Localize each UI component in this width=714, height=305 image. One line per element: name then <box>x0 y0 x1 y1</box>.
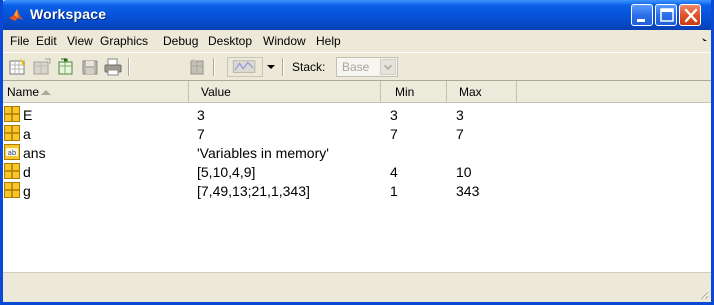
undock-arrow-icon[interactable] <box>701 36 709 44</box>
matrix-icon <box>4 106 20 122</box>
variable-name: E <box>23 107 33 123</box>
menu-file[interactable]: File <box>10 34 29 48</box>
window-title: Workspace <box>30 6 107 22</box>
variable-min: 1 <box>390 183 398 199</box>
title-bar[interactable]: Workspace <box>3 0 711 30</box>
variable-value: 7 <box>197 126 205 142</box>
menu-window[interactable]: Window <box>263 34 306 48</box>
menu-edit[interactable]: Edit <box>36 34 57 48</box>
matrix-icon <box>4 163 20 179</box>
variable-name: g <box>23 183 31 199</box>
table-row[interactable]: g [7,49,13;21,1,343] 1 343 <box>3 181 711 200</box>
stack-dropdown-button[interactable] <box>380 59 396 75</box>
close-icon <box>684 8 698 23</box>
toolbar-separator <box>282 58 284 76</box>
variable-max: 3 <box>456 107 464 123</box>
plot-icon <box>232 60 256 73</box>
minimize-icon <box>637 19 645 22</box>
table-row[interactable]: d [5,10,4,9] 4 10 <box>3 162 711 181</box>
open-variable-icon[interactable] <box>32 57 52 77</box>
status-bar <box>3 272 711 302</box>
new-variable-icon[interactable] <box>8 57 28 77</box>
toolbar-separator <box>213 58 215 76</box>
variable-value: [5,10,4,9] <box>197 164 256 180</box>
menu-bar: File Edit View Graphics Debug Desktop Wi… <box>3 30 711 52</box>
variable-value: 'Variables in memory' <box>197 145 329 161</box>
workspace-window: Workspace File Edit View Graphics Debug … <box>0 0 714 305</box>
column-header-label: Min <box>395 85 415 99</box>
matlab-logo-icon <box>9 9 23 21</box>
menu-desktop[interactable]: Desktop <box>208 34 252 48</box>
menu-view[interactable]: View <box>67 34 93 48</box>
variable-value: 3 <box>197 107 205 123</box>
maximize-button[interactable] <box>655 4 677 26</box>
delete-icon[interactable] <box>187 57 207 77</box>
column-header-max[interactable]: Max <box>447 81 517 103</box>
menu-graphics[interactable]: Graphics <box>100 34 148 48</box>
variable-min: 7 <box>390 126 398 142</box>
save-icon[interactable] <box>80 57 100 77</box>
variable-max: 7 <box>456 126 464 142</box>
variable-min: 4 <box>390 164 398 180</box>
workspace-table: Name Value Min Max E 3 3 3 a 7 7 7 ab an… <box>3 80 711 272</box>
stack-value: Base <box>342 60 370 74</box>
chevron-down-icon <box>383 64 393 70</box>
column-header-name[interactable]: Name <box>3 81 189 103</box>
column-header-label: Name <box>7 85 40 99</box>
variable-max: 10 <box>456 164 472 180</box>
resize-grip-icon[interactable] <box>697 288 709 300</box>
toolbar-separator <box>128 58 130 76</box>
stack-dropdown[interactable]: Base <box>336 57 398 77</box>
variable-value: [7,49,13;21,1,343] <box>197 183 310 199</box>
sort-ascending-icon <box>41 90 51 95</box>
column-header-min[interactable]: Min <box>381 81 447 103</box>
import-data-icon[interactable] <box>56 57 76 77</box>
plot-dropdown-arrow-icon[interactable] <box>267 65 275 69</box>
maximize-icon <box>660 8 674 22</box>
variable-max: 343 <box>456 183 480 199</box>
char-array-icon: ab <box>4 144 20 160</box>
print-icon[interactable] <box>103 57 123 77</box>
variable-name: d <box>23 164 31 180</box>
table-row[interactable]: ab ans 'Variables in memory' <box>3 143 711 162</box>
variable-name: a <box>23 126 31 142</box>
table-row[interactable]: a 7 7 7 <box>3 124 711 143</box>
svg-text:ab: ab <box>8 149 17 157</box>
minimize-button[interactable] <box>631 4 653 26</box>
menu-debug[interactable]: Debug <box>163 34 198 48</box>
column-header-label: Value <box>201 85 231 99</box>
toolbar: Stack: Base <box>3 52 711 80</box>
plot-selector-button[interactable] <box>227 57 263 77</box>
menu-help[interactable]: Help <box>316 34 341 48</box>
matrix-icon <box>4 182 20 198</box>
close-button[interactable] <box>679 4 701 26</box>
stack-label: Stack: <box>292 60 326 74</box>
matrix-icon <box>4 125 20 141</box>
table-row[interactable]: E 3 3 3 <box>3 105 711 124</box>
variable-name: ans <box>23 145 46 161</box>
variable-min: 3 <box>390 107 398 123</box>
column-header-value[interactable]: Value <box>189 81 381 103</box>
table-header: Name Value Min Max <box>3 81 711 103</box>
column-header-label: Max <box>459 85 482 99</box>
